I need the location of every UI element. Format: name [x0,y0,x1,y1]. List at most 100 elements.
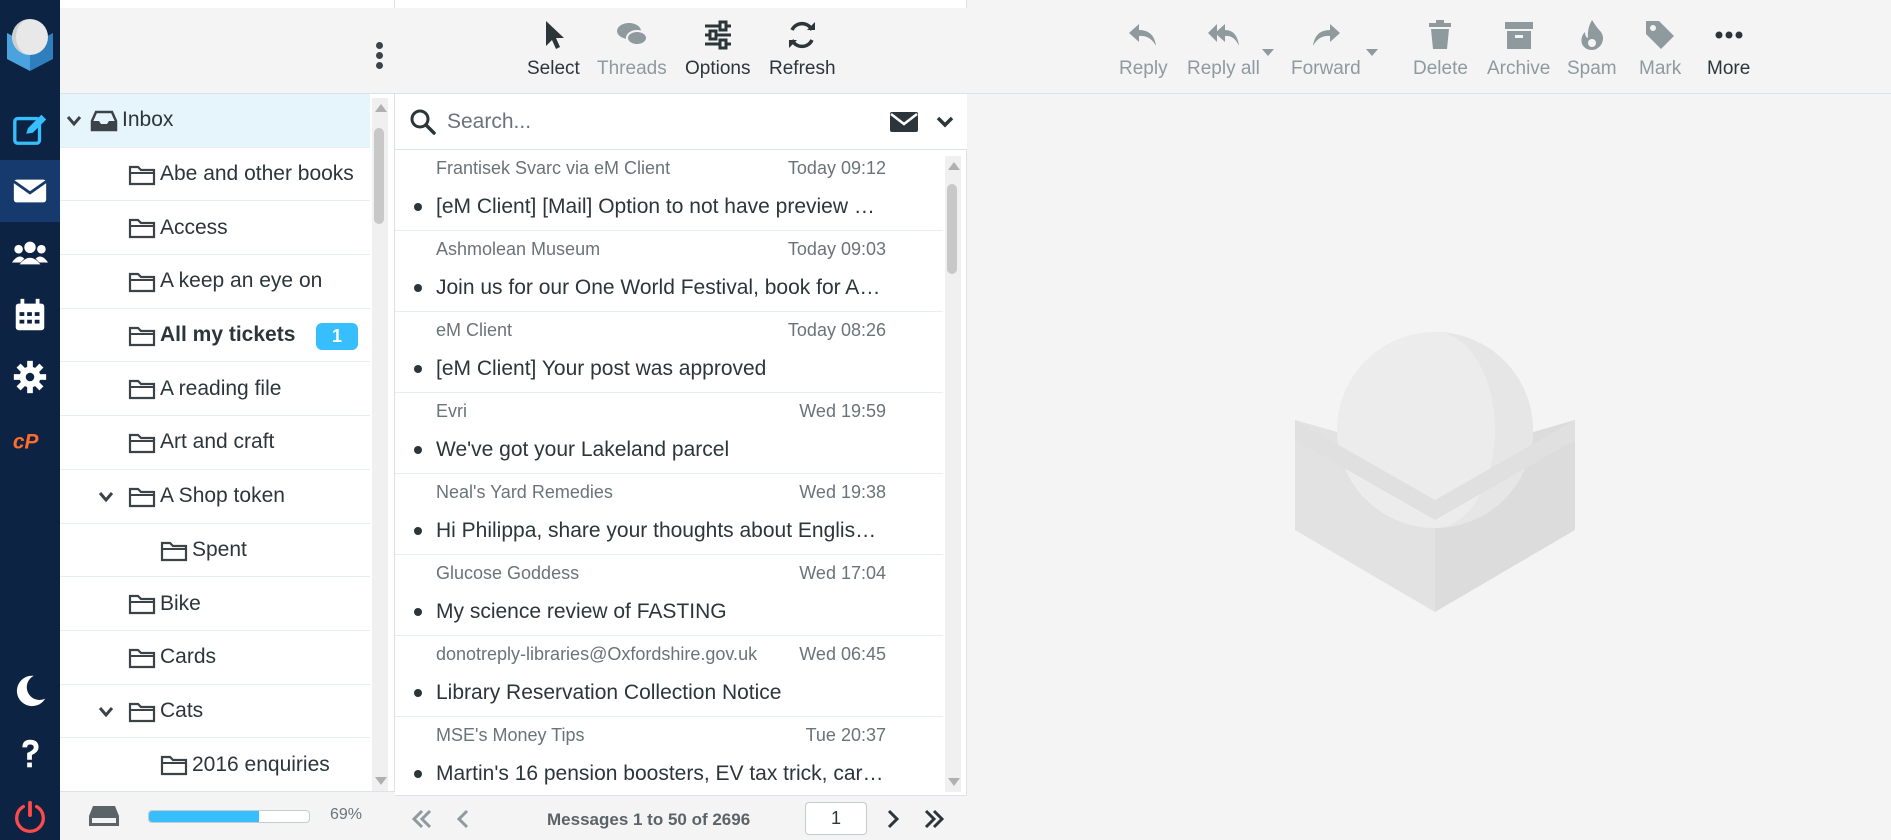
message-row[interactable]: eM Client Today 08:26 [eM Client] Your pos… [395,312,943,393]
folder-icon [128,326,156,346]
message-date: Today 09:03 [787,239,886,259]
unread-dot-icon [414,689,422,697]
search-icon[interactable] [409,108,437,136]
folder-item[interactable]: A keep an eye on [60,255,370,309]
delete-button[interactable]: Delete [1413,18,1468,80]
message-row[interactable]: MSE's Money Tips Tue 20:37 Martin's 16 pen… [395,717,943,795]
folder-icon [128,487,156,507]
compose-button[interactable] [0,98,60,160]
folder-item[interactable]: Bike [60,577,370,631]
calendar-button[interactable] [0,284,60,346]
folder-menu-icon[interactable] [373,42,385,74]
last-page-icon[interactable] [921,806,947,832]
tag-icon [1646,21,1675,49]
folder-label: Cats [160,698,204,722]
message-row[interactable]: donotreply-libraries@Oxfordshire.gov.uk W… [395,636,943,717]
folder-label: Abe and other books [160,162,354,186]
message-row[interactable]: Neal's Yard Remedies Wed 19:38 Hi Philippa… [395,474,943,555]
threads-button[interactable]: Threads [597,18,667,80]
logout-button[interactable] [0,786,60,840]
quota-footer: 69% [60,791,395,840]
contacts-button[interactable] [0,222,60,284]
page-number-input[interactable] [805,802,867,835]
cpanel-icon: cP [13,431,39,454]
chevron-down-icon[interactable] [935,112,955,132]
folder-item[interactable]: Access [60,201,370,256]
roundcube-watermark-icon [1295,332,1575,612]
reply-all-label: Reply all [1187,58,1260,79]
options-button[interactable]: Options [685,18,750,80]
select-button[interactable]: Select [527,18,580,80]
message-row[interactable]: Ashmolean Museum Today 09:03 Join us for o… [395,231,943,312]
forward-button[interactable]: Forward [1291,18,1361,80]
unread-dot-icon [414,608,422,616]
first-page-icon[interactable] [409,806,435,832]
folder-pane-header [60,8,395,94]
envelope-icon[interactable] [889,110,919,134]
folder-item[interactable]: Inbox [60,94,370,148]
mail-button[interactable] [0,160,60,222]
more-dots-icon [1715,31,1743,39]
search-input[interactable] [447,104,867,140]
cpanel-button[interactable]: cP [0,410,60,472]
folder-item[interactable]: A Shop token [60,470,370,524]
reply-icon [1129,24,1157,46]
folder-item[interactable]: 2016 enquiries [60,738,370,791]
message-row[interactable]: Glucose Goddess Wed 17:04 My science revie… [395,555,943,636]
next-page-icon[interactable] [879,806,905,832]
unread-dot-icon [414,770,422,778]
folder-item[interactable]: All my tickets 1 [60,309,370,363]
power-icon [15,800,45,833]
reply-all-button[interactable]: Reply all [1187,18,1260,80]
folder-label: Cards [160,645,217,669]
message-row[interactable]: Frantisek Svarc via eM Client Today 09:12… [395,150,943,231]
message-sender: Evri [436,401,467,421]
folder-item[interactable]: Cats [60,685,370,739]
chevron-down-icon[interactable] [98,704,114,720]
folder-icon [128,219,156,239]
archive-button[interactable]: Archive [1487,18,1550,80]
reply-all-dropdown-icon[interactable] [1261,48,1275,58]
chevron-down-icon[interactable] [66,113,82,129]
options-label: Options [685,58,751,79]
inbox-icon [90,110,118,132]
previous-page-icon[interactable] [451,806,477,832]
unread-dot-icon [414,203,422,211]
storage-icon [89,806,119,826]
cursor-icon [546,21,565,49]
refresh-icon [789,21,816,49]
dark-mode-button[interactable] [0,660,60,722]
contacts-icon [11,241,49,265]
folder-item[interactable]: A reading file [60,362,370,417]
folder-item[interactable]: Abe and other books [60,148,370,202]
spam-button[interactable]: Spam [1567,18,1617,80]
folder-scrollbar[interactable] [372,98,388,791]
message-list: Frantisek Svarc via eM Client Today 09:12… [395,150,943,795]
folder-item[interactable]: Cards [60,631,370,685]
preview-empty-area [967,94,1891,840]
message-subject: Library Reservation Collection Notice [436,681,782,704]
message-row[interactable]: Evri Wed 19:59 We've got your Lakeland par… [395,393,943,474]
folder-item[interactable]: Spent [60,524,370,578]
reply-button[interactable]: Reply [1119,18,1168,80]
folder-icon [128,380,156,400]
more-button[interactable]: More [1707,18,1750,80]
message-sender: Glucose Goddess [436,563,580,583]
chevron-down-icon[interactable] [98,489,114,505]
folder-icon [128,648,156,668]
message-toolbar: Reply Reply all Forward Delete Archive S… [967,8,1891,94]
message-date: Wed 19:38 [799,482,886,502]
message-date: Tue 20:37 [805,725,886,745]
help-button[interactable] [0,723,60,785]
folder-label: Spent [192,537,247,561]
refresh-button[interactable]: Refresh [769,18,836,80]
mark-button[interactable]: Mark [1639,18,1681,80]
folder-icon [128,702,156,722]
message-scrollbar[interactable] [945,156,961,792]
settings-button[interactable] [0,346,60,408]
folder-item[interactable]: Art and craft [60,416,370,470]
unread-dot-icon [414,365,422,373]
delete-label: Delete [1413,58,1468,79]
roundcube-logo[interactable] [0,0,60,90]
forward-dropdown-icon[interactable] [1365,48,1379,58]
